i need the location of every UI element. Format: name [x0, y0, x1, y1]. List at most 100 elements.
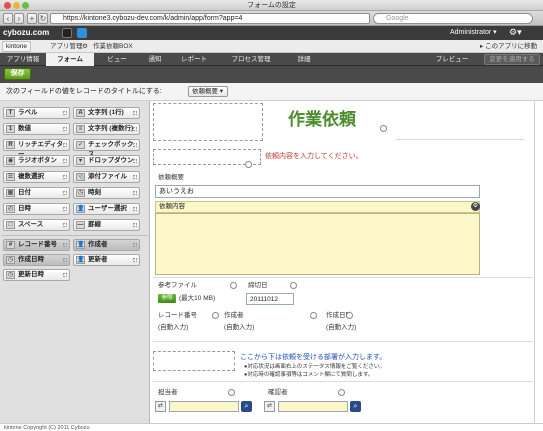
multi-select-icon: ☰: [6, 173, 15, 181]
palette-attachment[interactable]: 📎 添付ファイル: [73, 171, 140, 183]
save-button[interactable]: 保存: [4, 68, 31, 80]
gear-icon: ⚙: [82, 43, 88, 50]
divider: [153, 381, 533, 382]
palette-user-select[interactable]: 👤 ユーザー選択: [73, 203, 140, 215]
space-icon: □: [6, 221, 15, 229]
attachment-settings-icon[interactable]: [230, 282, 237, 289]
form-heading: 作業依頼: [288, 110, 356, 130]
palette-record-number[interactable]: # レコード番号: [3, 239, 70, 251]
form-canvas: 作業依頼 依頼内容を入力してください。 依頼概要 あいうえお 依頼内容 ⚙ 参考…: [150, 101, 543, 423]
creator-label: 作成者: [224, 312, 244, 319]
search-icon[interactable]: ⌕: [350, 401, 361, 412]
tab-report[interactable]: レポート: [170, 53, 218, 66]
palette-checkbox[interactable]: ✓チェックボックス: [73, 139, 140, 158]
attachment-label: 参考ファイル: [158, 282, 197, 289]
space-settings-icon[interactable]: [245, 161, 252, 168]
record-title-setting: 次のフィールドの値をレコードのタイトルにする: 依頼概要 ▾: [0, 83, 543, 101]
palette-radio[interactable]: ◉ ラジオボタン: [3, 155, 70, 167]
assignee-settings-icon[interactable]: [228, 389, 235, 396]
org-select-icon[interactable]: ⇄: [264, 401, 275, 412]
palette-created-datetime[interactable]: ◷ 作成日時: [3, 254, 70, 266]
add-tab-icon[interactable]: +: [27, 13, 37, 24]
datetime-icon: ◴: [6, 205, 15, 213]
zoom-window-icon[interactable]: [22, 2, 29, 9]
palette-updated-datetime[interactable]: ◷ 更新日時: [3, 269, 70, 281]
record-title-select[interactable]: 依頼概要 ▾: [188, 86, 228, 97]
confirmer-settings-icon[interactable]: [338, 389, 345, 396]
palette-date[interactable]: ▦ 日付: [3, 187, 70, 199]
back-icon[interactable]: ‹: [3, 13, 13, 24]
search-icon[interactable]: ⌕: [241, 401, 252, 412]
close-window-icon[interactable]: [4, 2, 11, 9]
palette-dropdown[interactable]: ▾ ドロップダウン: [73, 155, 140, 167]
deadline-input[interactable]: 20111012: [246, 293, 294, 305]
cybozu-logo: cybozu.com: [3, 28, 50, 37]
palette-creator[interactable]: 👤 作成者: [73, 239, 140, 251]
record-number-value: (自動入力): [158, 324, 189, 331]
palette-border[interactable]: — 罫線: [73, 219, 140, 231]
created-settings-icon[interactable]: [346, 312, 353, 319]
info-heading: ここから下は依頼を受ける部署が入力します。: [240, 354, 387, 361]
kintone-icon[interactable]: [77, 28, 87, 38]
content-label: 依頼内容: [155, 201, 480, 213]
settings-gear-icon[interactable]: ⚙▾: [509, 27, 522, 38]
palette-time[interactable]: ◷ 時刻: [73, 187, 140, 199]
creator-settings-icon[interactable]: [310, 312, 317, 319]
palette-space[interactable]: □ スペース: [3, 219, 70, 231]
palette-label[interactable]: T ラベル: [3, 107, 70, 119]
breadcrumb-app-admin[interactable]: アプリ管理: [50, 41, 83, 52]
deadline-label: 締切日: [248, 282, 268, 289]
user-menu[interactable]: Administrator ▾: [450, 28, 497, 38]
field-palette: Tラベル A文字列 (1行) 1数値 ≡文字列 (複数行) Rリッチエディター …: [0, 101, 150, 423]
border-icon: —: [76, 221, 85, 229]
address-bar[interactable]: https://kintone3.cybozu-dev.com/k/admin/…: [50, 13, 370, 24]
divider: [153, 341, 533, 342]
minimize-window-icon[interactable]: [13, 2, 20, 9]
canvas-right-border: [534, 101, 535, 423]
text-icon: A: [76, 109, 85, 117]
updater-icon: 👤: [76, 256, 85, 264]
save-bar: 保存: [0, 66, 543, 83]
palette-datetime[interactable]: ◴ 日時: [3, 203, 70, 215]
cybozu-header: cybozu.com Administrator ▾ ⚙▾: [0, 26, 543, 40]
tab-preview[interactable]: プレビュー: [430, 53, 474, 66]
record-number-label: レコード番号: [158, 312, 197, 319]
palette-number[interactable]: 1 数値: [3, 123, 70, 135]
assignee-input[interactable]: [169, 401, 239, 412]
palette-updater[interactable]: 👤 更新者: [73, 254, 140, 266]
info-line-2: ●対応時の確認事項等はコメント欄にて質問します。: [244, 372, 374, 378]
reload-icon[interactable]: ↻: [38, 13, 48, 24]
tab-process[interactable]: プロセス管理: [218, 53, 284, 66]
summary-input[interactable]: あいうえお: [155, 185, 480, 198]
tab-view[interactable]: ビュー: [94, 53, 140, 66]
search-input[interactable]: Google: [373, 13, 533, 24]
deadline-settings-icon[interactable]: [290, 282, 297, 289]
palette-text-multi[interactable]: ≡ 文字列 (複数行): [73, 123, 140, 135]
org-select-icon[interactable]: ⇄: [155, 401, 166, 412]
heading-settings-icon[interactable]: [380, 125, 387, 132]
palette-rich-editor[interactable]: Rリッチエディター: [3, 139, 70, 158]
confirmer-input[interactable]: [278, 401, 348, 412]
forward-icon[interactable]: ›: [14, 13, 24, 24]
apply-changes-button[interactable]: 変更を適用する: [484, 54, 540, 65]
updated-clock-icon: ◷: [6, 271, 15, 279]
space-field[interactable]: [153, 103, 263, 141]
tab-form[interactable]: フォーム: [46, 53, 94, 66]
record-number-settings-icon[interactable]: [212, 312, 219, 319]
content-textarea[interactable]: [155, 213, 480, 275]
content-settings-icon[interactable]: ⚙: [471, 202, 480, 211]
tab-app-info[interactable]: アプリ情報: [0, 53, 46, 66]
portal-icon[interactable]: [62, 28, 72, 38]
move-to-app-link[interactable]: ▸ このアプリに移動: [480, 41, 537, 52]
textarea-icon: ≡: [76, 125, 85, 133]
record-number-icon: #: [6, 241, 15, 249]
browse-button[interactable]: 参照: [158, 294, 176, 303]
palette-multi-select[interactable]: ☰ 複数選択: [3, 171, 70, 183]
palette-text-single[interactable]: A 文字列 (1行): [73, 107, 140, 119]
space-field[interactable]: [153, 351, 235, 371]
breadcrumb-home[interactable]: kintone: [2, 41, 31, 52]
browser-toolbar: ‹ › + ↻ https://kintone3.cybozu-dev.com/…: [0, 11, 543, 26]
tab-notification[interactable]: 通知: [140, 53, 170, 66]
tab-advanced[interactable]: 詳細: [284, 53, 324, 66]
assignee-label: 担当者: [158, 389, 178, 396]
